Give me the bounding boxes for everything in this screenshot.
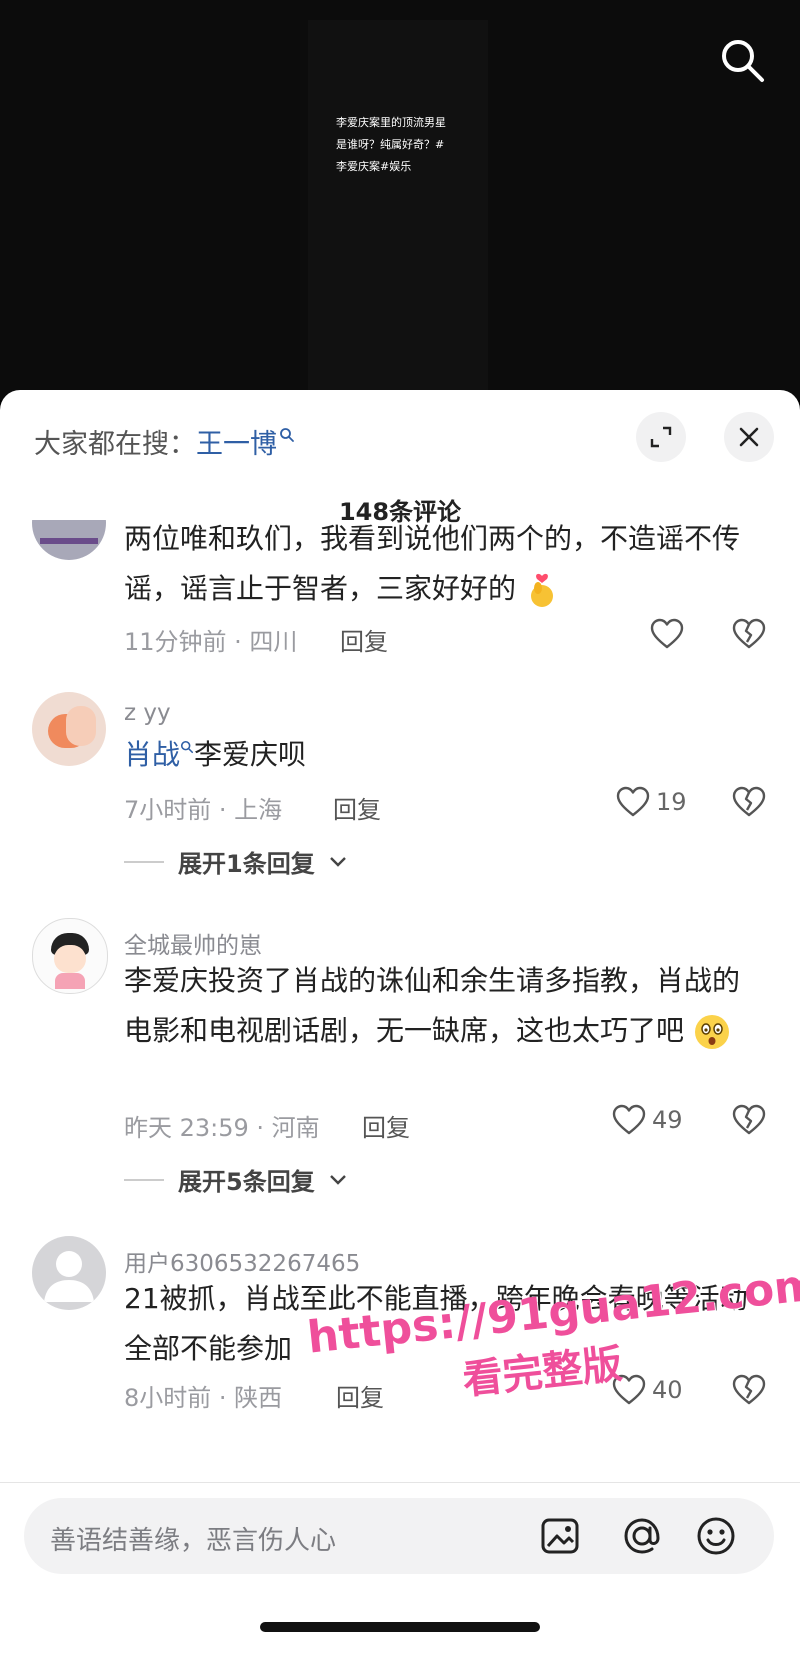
comment-body: 两位唯和玖们，我看到说他们两个的，不造谣不传谣，谣言止于智者，三家好好的 (124, 522, 741, 605)
hot-search-label: 大家都在搜： (34, 429, 196, 460)
comment-text: 21被抓，肖战至此不能直播，跨年晚会春晚等活动全部不能参加 (124, 1282, 748, 1365)
chevron-down-icon (329, 1174, 346, 1185)
reply-button[interactable]: 回复 (333, 790, 381, 825)
hot-search-term[interactable]: 王一博 (196, 429, 277, 460)
close-icon (739, 427, 759, 447)
comment-meta: 7小时前 · 上海 (124, 796, 283, 824)
heart-icon (650, 618, 684, 649)
reply-button[interactable]: 回复 (340, 622, 388, 657)
username[interactable]: 全城最帅的崽 (124, 926, 262, 960)
chevron-down-icon (329, 856, 346, 867)
caption-line: 李爱庆案#娱乐 (336, 160, 412, 173)
close-button[interactable] (724, 412, 774, 462)
broken-heart-icon (732, 1104, 766, 1135)
avatar[interactable] (32, 1236, 106, 1310)
expand-label: 展开1条回复 (178, 850, 315, 878)
reply-button[interactable]: 回复 (336, 1378, 384, 1413)
avatar[interactable] (32, 918, 108, 994)
dislike-button[interactable] (732, 1104, 766, 1140)
comment-text: 两位唯和玖们，我看到说他们两个的，不造谣不传谣，谣言止于智者，三家好好的 (124, 520, 764, 614)
small-search-icon (280, 428, 294, 442)
username[interactable]: 用户6306532267465 (124, 1244, 360, 1278)
emoji-icon[interactable] (694, 1514, 738, 1562)
mention-link[interactable]: 肖战 (124, 738, 180, 771)
heart-icon (612, 1104, 646, 1135)
image-icon[interactable] (540, 1514, 580, 1562)
heart-icon (616, 786, 650, 817)
like-count: 40 (652, 1376, 683, 1404)
comment-body: 李爱庆呗 (194, 738, 307, 771)
comment-meta: 11分钟前 · 四川 (124, 628, 298, 656)
like-button[interactable]: 40 (612, 1374, 683, 1406)
like-count: 19 (656, 788, 687, 816)
comment-body: 李爱庆投资了肖战的诛仙和余生请多指教，肖战的电影和电视剧话剧，无一缺席，这也太巧… (124, 964, 741, 1047)
like-button[interactable]: 49 (612, 1104, 683, 1136)
divider (0, 1482, 800, 1483)
expand-replies-button[interactable]: 展开5条回复 (124, 1162, 347, 1197)
divider-line (124, 1178, 164, 1181)
like-button[interactable]: 19 (616, 786, 687, 818)
caption-line: 李爱庆案里的顶流男星 (336, 116, 446, 129)
hot-search-bar[interactable]: 大家都在搜：王一博 (34, 422, 295, 461)
comment-meta: 8小时前 · 陕西 (124, 1384, 283, 1412)
broken-heart-icon (732, 618, 766, 649)
avatar[interactable] (32, 692, 106, 766)
home-indicator (260, 1622, 540, 1632)
video-area[interactable]: 李爱庆案里的顶流男星 是谁呀？纯属好奇？# 李爱庆案#娱乐 (0, 0, 800, 400)
like-button[interactable] (650, 618, 684, 650)
broken-heart-icon (732, 786, 766, 817)
comment-list[interactable]: 两位唯和玖们，我看到说他们两个的，不造谣不传谣，谣言止于智者，三家好好的 11分… (0, 520, 800, 1490)
avatar[interactable] (32, 520, 106, 560)
fullscreen-icon (650, 426, 672, 448)
expand-replies-button[interactable]: 展开1条回复 (124, 844, 347, 879)
expand-label: 展开5条回复 (178, 1168, 315, 1196)
default-avatar-icon (44, 1251, 94, 1302)
divider-line (124, 860, 164, 863)
small-search-icon (180, 740, 194, 753)
dislike-button[interactable] (732, 618, 766, 654)
heart-icon (612, 1374, 646, 1405)
username[interactable]: z yy (124, 700, 171, 726)
reply-button[interactable]: 回复 (362, 1108, 410, 1143)
dislike-button[interactable] (732, 786, 766, 822)
mention-icon[interactable] (620, 1514, 664, 1562)
shocked-face-emoji (694, 1015, 729, 1049)
dislike-button[interactable] (732, 1374, 766, 1410)
comment-meta: 昨天 23:59 · 河南 (124, 1114, 320, 1142)
finger-heart-emoji (530, 573, 553, 607)
fullscreen-button[interactable] (636, 412, 686, 462)
comment-text: 李爱庆投资了肖战的诛仙和余生请多指教，肖战的电影和电视剧话剧，无一缺席，这也太巧… (124, 956, 764, 1056)
video-caption: 李爱庆案里的顶流男星 是谁呀？纯属好奇？# 李爱庆案#娱乐 (336, 112, 476, 178)
caption-line: 是谁呀？纯属好奇？# (336, 138, 445, 151)
broken-heart-icon (732, 1374, 766, 1405)
comment-input-placeholder: 善语结善缘，恶言伤人心 (50, 1526, 337, 1556)
comment-sheet: 大家都在搜：王一博 148条评论 两位唯和玖们，我看到说他们两个的，不造谣不传谣… (0, 390, 800, 1654)
comment-text: 肖战 李爱庆呗 (124, 730, 764, 780)
like-count: 49 (652, 1106, 683, 1134)
search-icon[interactable] (718, 36, 768, 86)
video-frame (308, 20, 488, 400)
comment-input[interactable]: 善语结善缘，恶言伤人心 (24, 1498, 774, 1574)
